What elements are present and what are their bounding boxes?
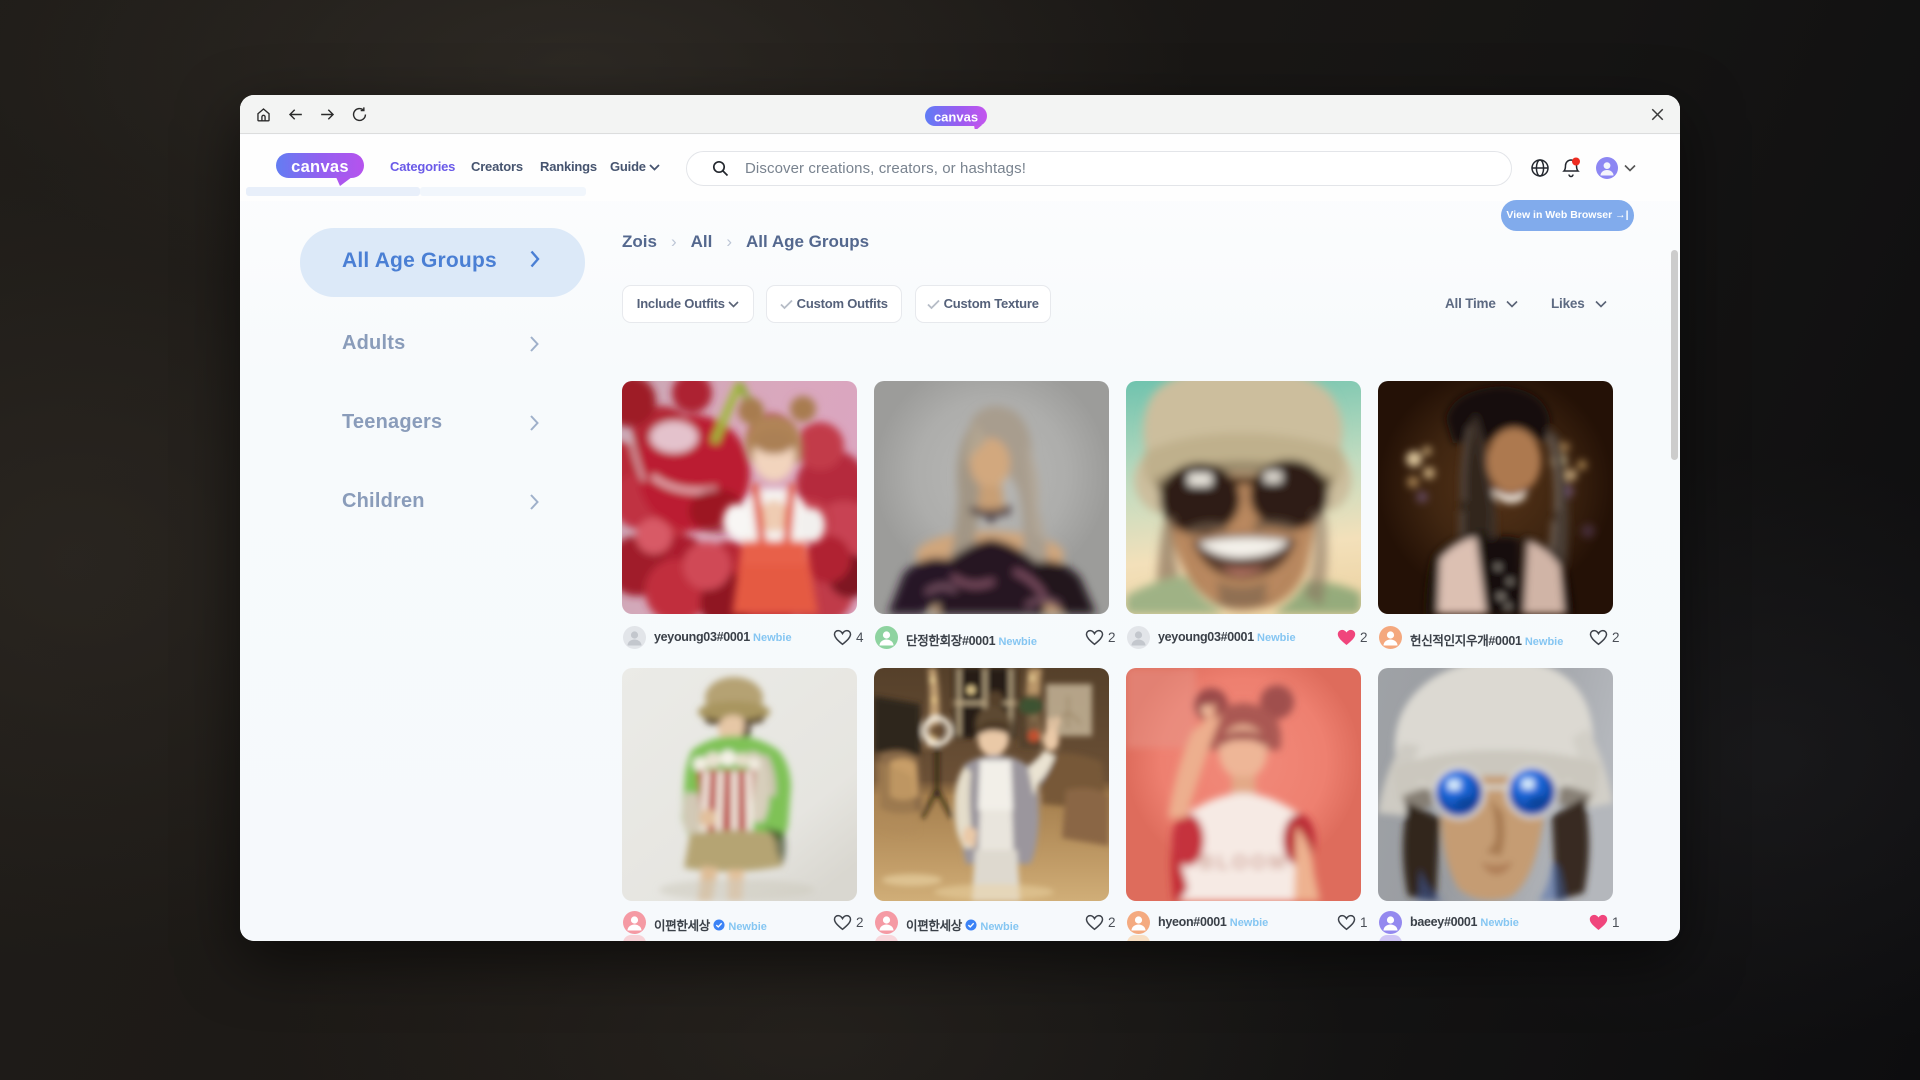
svg-text:canvas: canvas xyxy=(934,110,978,125)
svg-text:BLOOM: BLOOM xyxy=(1199,852,1288,874)
